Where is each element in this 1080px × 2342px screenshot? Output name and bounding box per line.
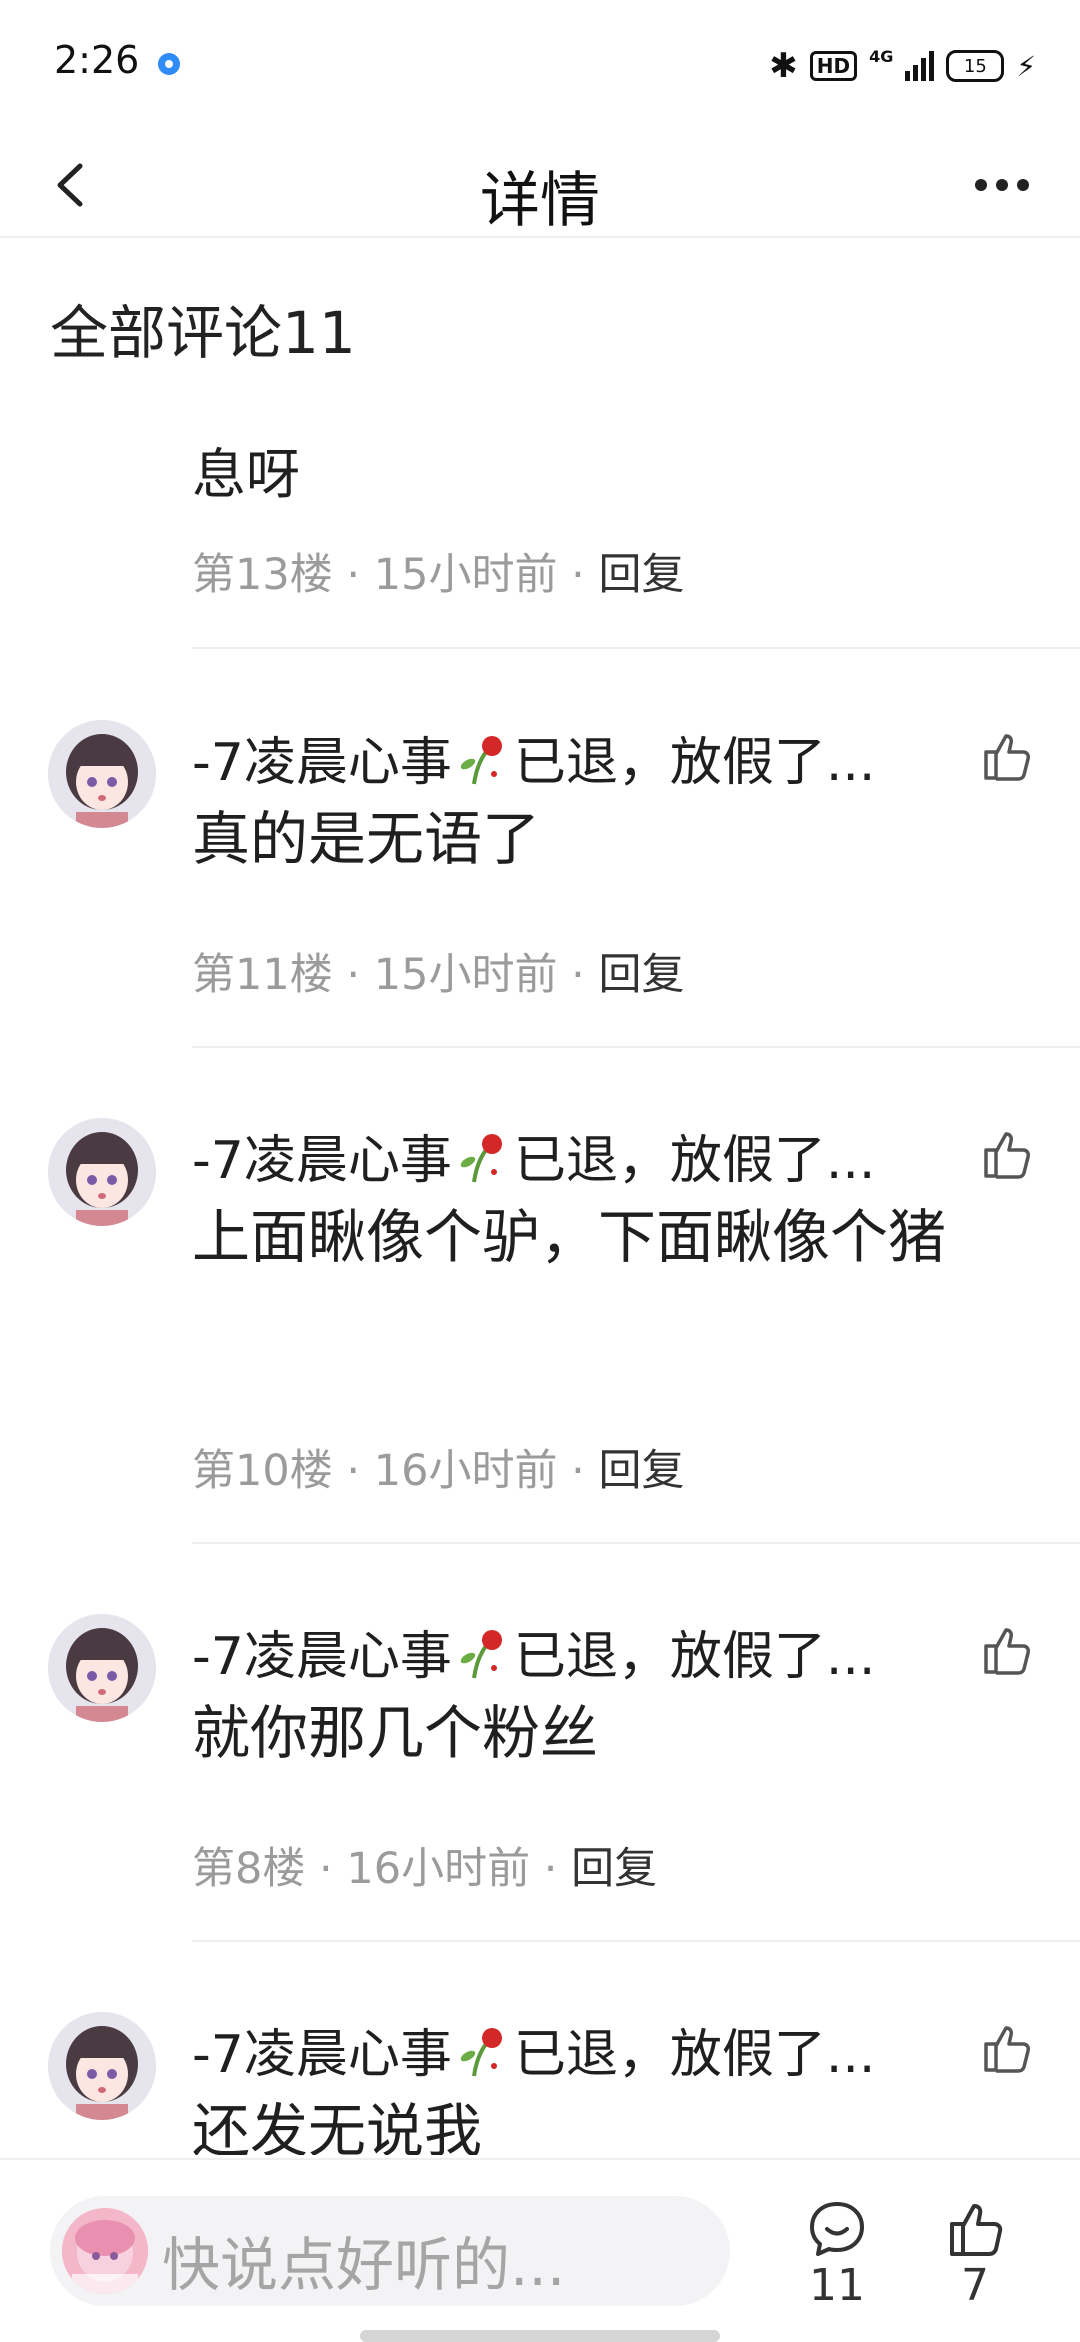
comment-text: 上面瞅像个驴，下面瞅像个猪	[192, 1203, 947, 1271]
comment-text: 息呀	[192, 443, 300, 506]
pink-anime-avatar-icon	[62, 2208, 148, 2294]
anime-girl-avatar-icon	[48, 2012, 156, 2120]
network-type: 4G	[869, 46, 894, 66]
anime-girl-avatar-icon	[48, 1118, 156, 1226]
charging-icon: ⚡	[1016, 49, 1036, 83]
comment-time: 16小时前	[346, 1844, 531, 1894]
floor-label: 第8楼	[192, 1844, 306, 1894]
page-title: 详情	[480, 166, 600, 236]
floor-label: 第11楼	[192, 950, 333, 1000]
thumbs-up-icon[interactable]	[976, 726, 1036, 786]
comment-text: 就你那几个粉丝	[192, 1699, 599, 1767]
bluetooth-icon: ✱	[769, 46, 798, 86]
comment-meta: 第11楼 · 15小时前 · 回复	[192, 950, 685, 1000]
wilted-rose-icon	[460, 1630, 502, 1679]
comment-bubble-icon	[810, 2202, 864, 2256]
like-post-button[interactable]: 7	[930, 2198, 1020, 2311]
nav-bar: 详情	[0, 130, 1080, 238]
comments-button[interactable]: 11	[792, 2198, 882, 2311]
thumbs-up-icon	[950, 2204, 1003, 2256]
avatar[interactable]	[48, 1614, 156, 1722]
notification-dot-icon	[158, 53, 180, 75]
like-count: 7	[961, 2260, 989, 2311]
comment-item: -7凌晨心事 已退，放假了... 就你那几个粉丝 第8楼 · 16小时前 · 回复	[0, 1544, 1080, 1942]
reply-button[interactable]: 回复	[571, 1844, 657, 1894]
comment-item: -7凌晨心事 已退，放假了... 还发无说我	[0, 1942, 1080, 2155]
comment-time: 15小时前	[373, 550, 558, 600]
comment-meta: 第10楼 · 16小时前 · 回复	[192, 1446, 685, 1496]
comment-list[interactable]: 息呀 第13楼 · 15小时前 · 回复 -7凌晨心事 已退，放假了... 真的是…	[0, 400, 1080, 2155]
battery-icon: 15	[946, 50, 1005, 82]
status-bar: 2:26 ✱ HD 4G 15 ⚡	[0, 0, 1080, 130]
comment-count: 11	[809, 2260, 865, 2311]
comment-item: -7凌晨心事 已退，放假了... 真的是无语了 第11楼 · 15小时前 · 回复	[0, 650, 1080, 1048]
avatar[interactable]	[48, 2012, 156, 2120]
thumbs-up-icon[interactable]	[976, 1124, 1036, 1184]
thumbs-up-icon[interactable]	[976, 2018, 1036, 2078]
user-avatar	[62, 2208, 148, 2294]
status-indicators: ✱ HD 4G 15 ⚡	[769, 44, 1036, 88]
comment-text: 还发无说我	[192, 2097, 483, 2155]
user-name[interactable]: -7凌晨心事 已退，放假了...	[192, 720, 875, 795]
anime-girl-avatar-icon	[48, 1614, 156, 1722]
avatar[interactable]	[48, 1118, 156, 1226]
comment-input[interactable]: 快说点好听的...	[50, 2196, 730, 2306]
wilted-rose-icon	[460, 2028, 502, 2077]
comment-meta: 第8楼 · 16小时前 · 回复	[192, 1844, 658, 1894]
reply-button[interactable]: 回复	[598, 550, 684, 600]
avatar[interactable]	[48, 720, 156, 828]
floor-label: 第13楼	[192, 550, 333, 600]
thumbs-up-icon[interactable]	[976, 1620, 1036, 1680]
status-time: 2:26	[54, 38, 140, 82]
more-options-button[interactable]	[962, 150, 1042, 220]
comment-time: 16小时前	[373, 1446, 558, 1496]
comment-item-floor-13: 息呀 第13楼 · 15小时前 · 回复	[0, 400, 1080, 650]
divider	[192, 647, 1080, 649]
reply-button[interactable]: 回复	[598, 950, 684, 1000]
wilted-rose-icon	[460, 1134, 502, 1183]
more-dots-icon	[975, 179, 987, 191]
signal-icon	[905, 51, 935, 81]
anime-girl-avatar-icon	[48, 720, 156, 828]
wilted-rose-icon	[460, 736, 502, 785]
all-comments-title: 全部评论11	[50, 299, 356, 367]
input-placeholder: 快说点好听的...	[162, 2231, 566, 2299]
comment-time: 15小时前	[373, 950, 558, 1000]
comment-item: -7凌晨心事 已退，放假了... 上面瞅像个驴，下面瞅像个猪 第10楼 · 16小…	[0, 1048, 1080, 1544]
floor-label: 第10楼	[192, 1446, 333, 1496]
battery-level: 15	[963, 55, 987, 77]
user-name[interactable]: -7凌晨心事 已退，放假了...	[192, 1118, 875, 1193]
user-name[interactable]: -7凌晨心事 已退，放假了...	[192, 2012, 875, 2087]
bottom-bar: 快说点好听的... 11 7	[0, 2158, 1080, 2342]
reply-button[interactable]: 回复	[598, 1446, 684, 1496]
hd-badge: HD	[809, 51, 858, 81]
comment-text: 真的是无语了	[192, 805, 541, 873]
comment-meta: 第13楼 · 15小时前 · 回复	[192, 550, 685, 600]
user-name[interactable]: -7凌晨心事 已退，放假了...	[192, 1614, 875, 1689]
home-indicator[interactable]	[360, 2330, 720, 2342]
